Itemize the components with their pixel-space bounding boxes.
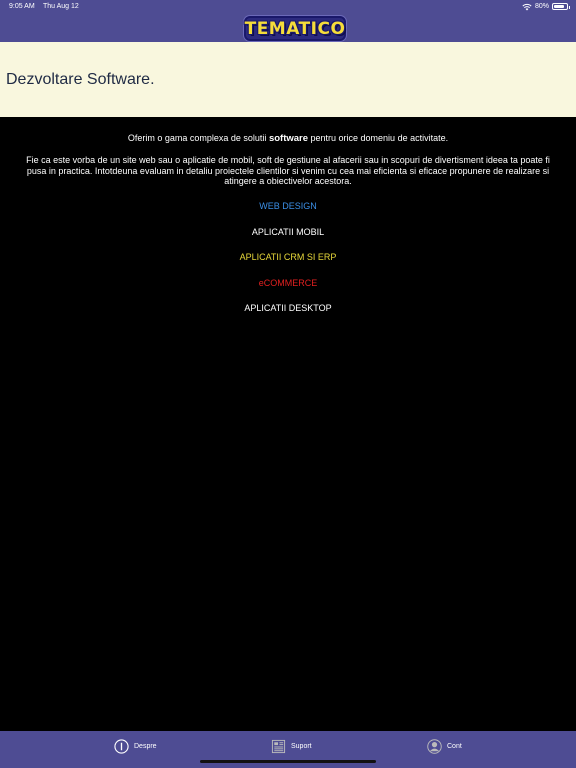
main-content: Oferim o gama complexa de solutii softwa…	[0, 117, 576, 731]
category-aplicatii-mobil[interactable]: APLICATII MOBIL	[0, 227, 576, 237]
tab-despre[interactable]: Despre	[114, 738, 157, 754]
status-time: 9:05 AM	[9, 3, 35, 10]
status-date: Thu Aug 12	[43, 3, 79, 10]
intro-before: Oferim o gama complexa de solutii	[127, 133, 269, 143]
category-aplicatii-desktop[interactable]: APLICATII DESKTOP	[0, 303, 576, 313]
newspaper-icon	[271, 739, 286, 753]
header-banner: Dezvoltare Software.	[0, 42, 576, 117]
tab-cont[interactable]: Cont	[427, 738, 462, 754]
tab-label: Cont	[447, 742, 462, 750]
person-icon	[427, 738, 442, 754]
home-indicator[interactable]	[200, 760, 376, 763]
category-web-design[interactable]: WEB DESIGN	[0, 201, 576, 211]
logo-text: TEMATICO	[244, 18, 346, 39]
description-text: Fie ca este vorba de un site web sau o a…	[26, 155, 550, 186]
wifi-icon	[522, 3, 532, 10]
intro-text: Oferim o gama complexa de solutii softwa…	[0, 133, 576, 144]
battery-percent: 80%	[534, 3, 549, 10]
status-indicators: 80%	[522, 2, 570, 11]
tematico-logo: TEMATICO	[244, 16, 346, 41]
intro-after: pentru orice domeniu de activitate.	[308, 133, 449, 143]
top-bar: 9:05 AM Thu Aug 12 80% TEMATICO	[0, 0, 576, 42]
tab-label: Suport	[291, 742, 312, 750]
intro-bold: software	[268, 133, 309, 144]
info-icon	[114, 738, 129, 754]
battery-icon	[552, 3, 570, 10]
battery-fill	[554, 5, 564, 8]
tab-label: Despre	[134, 742, 157, 750]
page-title: Dezvoltare Software.	[6, 71, 155, 88]
category-ecommerce[interactable]: eCOMMERCE	[0, 278, 576, 288]
category-crm-erp[interactable]: APLICATII CRM SI ERP	[0, 252, 576, 262]
tab-suport[interactable]: Suport	[271, 738, 312, 754]
